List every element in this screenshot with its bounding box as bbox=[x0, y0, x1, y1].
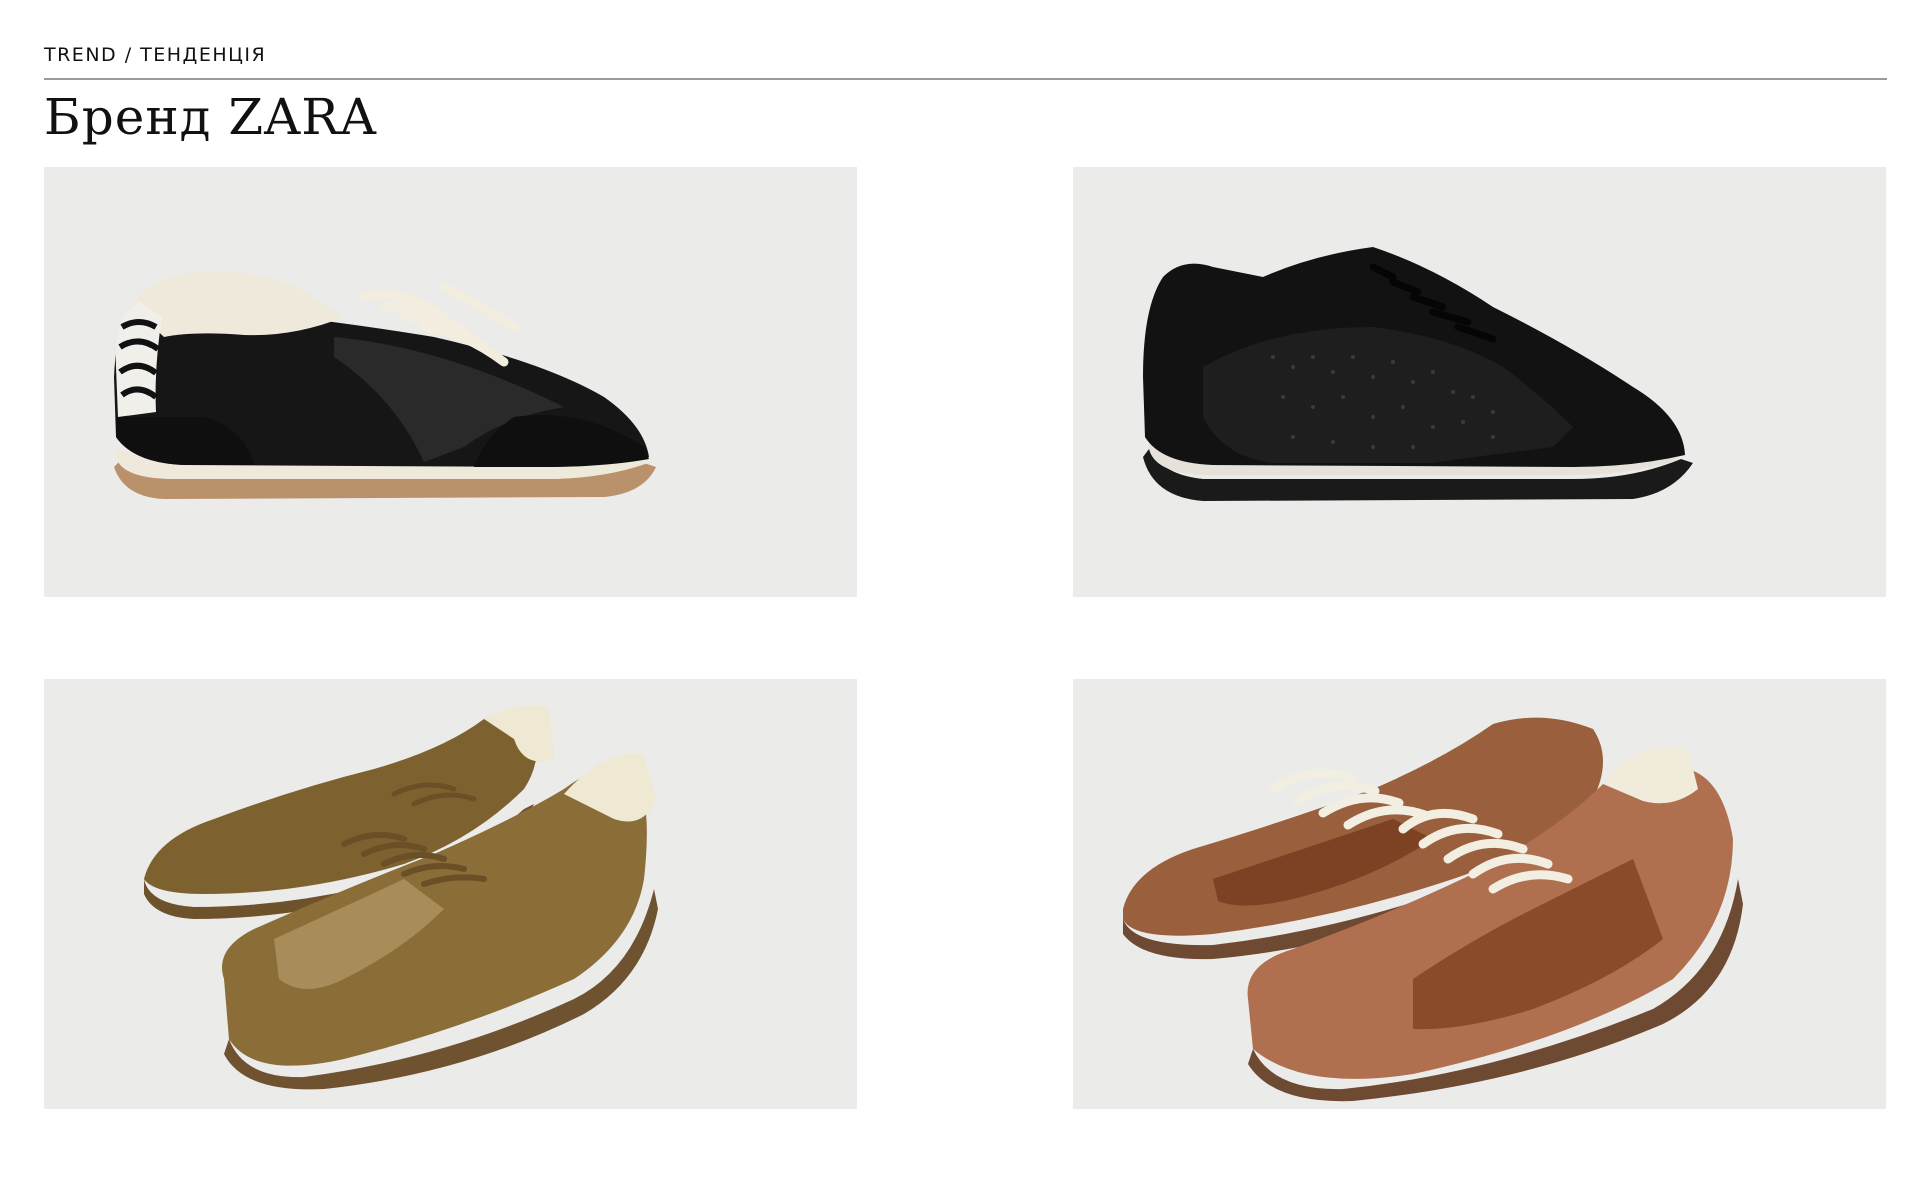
eyebrow-label: TREND / ТЕНДЕНЦІЯ bbox=[44, 44, 267, 66]
product-image-sneaker-brown-suede-pair bbox=[1073, 679, 1886, 1109]
sneaker-pair-icon bbox=[144, 705, 658, 1090]
sneaker-icon bbox=[1143, 247, 1693, 501]
product-image-sneaker-black-rhinestone bbox=[1073, 167, 1886, 597]
product-image-sneaker-khaki-pair bbox=[44, 679, 857, 1109]
sneaker-pair-icon bbox=[1123, 717, 1743, 1102]
product-image-sneaker-black-zebra bbox=[44, 167, 857, 597]
page-title: Бренд ZARA bbox=[44, 88, 377, 146]
header-divider bbox=[44, 78, 1887, 80]
sneaker-icon bbox=[114, 270, 656, 499]
